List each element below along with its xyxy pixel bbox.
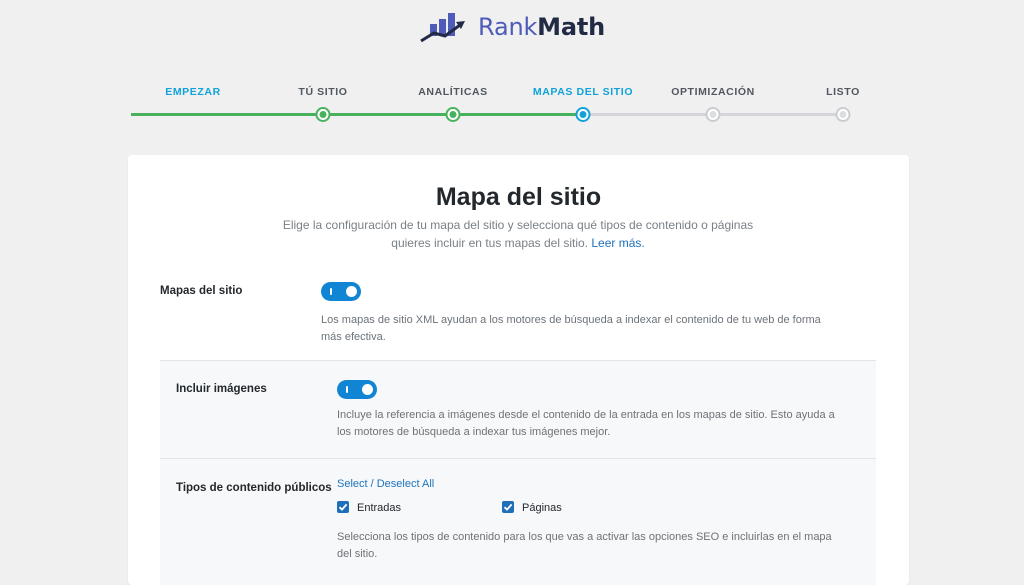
sitemaps-label: Mapas del sitio [160, 285, 243, 297]
logo-text-rank: Rank [478, 13, 538, 41]
rankmath-logo: RankMath [420, 8, 605, 46]
paginas-label[interactable]: Páginas [522, 502, 562, 514]
step-empezar[interactable]: EMPEZAR [165, 86, 221, 98]
check-icon [338, 503, 348, 511]
description-line-1: Elige la configuración de tu mapa del si… [282, 218, 754, 232]
settings-card: Mapa del sitio Elige la configuración de… [128, 155, 909, 585]
step-tu-sitio[interactable]: TÚ SITIO [298, 86, 347, 98]
logo-text-math: Math [537, 13, 606, 41]
step-dot-mapas-del-sitio[interactable] [575, 107, 591, 122]
read-more-link[interactable]: Leer más. [591, 236, 644, 250]
sitemaps-toggle[interactable] [321, 282, 361, 301]
paginas-checkbox[interactable] [502, 501, 514, 513]
check-icon [503, 503, 513, 511]
step-dot-tu-sitio[interactable] [315, 107, 331, 122]
include-images-row: Incluir imágenes Incluye la referencia a… [160, 361, 876, 459]
step-dot-optimizacion [705, 107, 721, 122]
sitemaps-row: Mapas del sitio Los mapas de sitio XML a… [160, 270, 876, 361]
include-images-label: Incluir imágenes [176, 383, 267, 395]
page-description: Elige la configuración de tu mapa del si… [258, 216, 778, 252]
entradas-label[interactable]: Entradas [357, 502, 401, 514]
entradas-checkbox[interactable] [337, 501, 349, 513]
include-images-help: Incluye la referencia a imágenes desde e… [337, 409, 835, 438]
sitemaps-help: Los mapas de sitio XML ayudan a los moto… [321, 314, 821, 343]
step-listo[interactable]: LISTO [826, 86, 860, 98]
rankmath-logo-icon [420, 13, 465, 43]
post-types-help: Selecciona los tipos de contenido para l… [337, 531, 832, 560]
step-mapas-del-sitio[interactable]: MAPAS DEL SITIO [533, 86, 633, 98]
include-images-toggle[interactable] [337, 380, 377, 399]
post-types-row: Tipos de contenido públicos Select / Des… [160, 459, 876, 585]
step-dot-analiticas[interactable] [445, 107, 461, 122]
post-types-label: Tipos de contenido públicos [176, 482, 332, 494]
description-line-2: quieres incluir en tus mapas del sitio. [391, 236, 589, 250]
step-analiticas[interactable]: ANALÍTICAS [418, 86, 488, 98]
page-title: Mapa del sitio [435, 183, 602, 211]
step-optimizacion[interactable]: OPTIMIZACIÓN [671, 86, 755, 98]
setup-wizard-steps: EMPEZAR TÚ SITIO ANALÍTICAS MAPAS DEL SI… [0, 80, 1024, 130]
select-deselect-all-link[interactable]: Select / Deselect All [337, 478, 434, 490]
progress-line-done [131, 113, 583, 116]
step-dot-listo [835, 107, 851, 122]
